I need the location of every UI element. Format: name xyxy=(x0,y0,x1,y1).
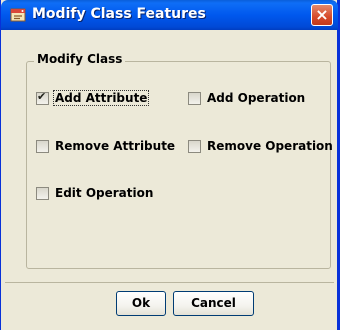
group-title: Modify Class xyxy=(34,52,126,66)
checkbox-label: Remove Attribute xyxy=(55,139,176,153)
cancel-button[interactable]: Cancel xyxy=(173,291,254,316)
checkbox-icon xyxy=(36,186,49,200)
add-attribute-checkbox[interactable]: Add Attribute xyxy=(36,90,150,106)
remove-attribute-checkbox[interactable]: Remove Attribute xyxy=(36,139,176,153)
checkbox-icon xyxy=(188,91,201,105)
title-bar[interactable]: Modify Class Features × xyxy=(1,0,338,30)
checkbox-label: Edit Operation xyxy=(55,186,154,200)
edit-operation-checkbox[interactable]: Edit Operation xyxy=(36,186,154,200)
checkbox-checked-icon xyxy=(36,90,49,105)
close-button[interactable]: × xyxy=(311,4,333,26)
checkbox-label: Remove Operation xyxy=(207,139,333,153)
app-icon xyxy=(10,8,26,22)
button-separator xyxy=(5,282,334,283)
remove-operation-checkbox[interactable]: Remove Operation xyxy=(188,139,334,153)
checkbox-label: Add Attribute xyxy=(52,90,150,106)
window-title: Modify Class Features xyxy=(32,6,206,22)
ok-button[interactable]: Ok xyxy=(116,291,166,316)
checkbox-icon xyxy=(36,139,49,153)
checkbox-label: Add Operation xyxy=(207,91,306,105)
checkbox-icon xyxy=(188,139,201,153)
add-operation-checkbox[interactable]: Add Operation xyxy=(188,91,306,105)
close-icon: × xyxy=(315,5,329,24)
